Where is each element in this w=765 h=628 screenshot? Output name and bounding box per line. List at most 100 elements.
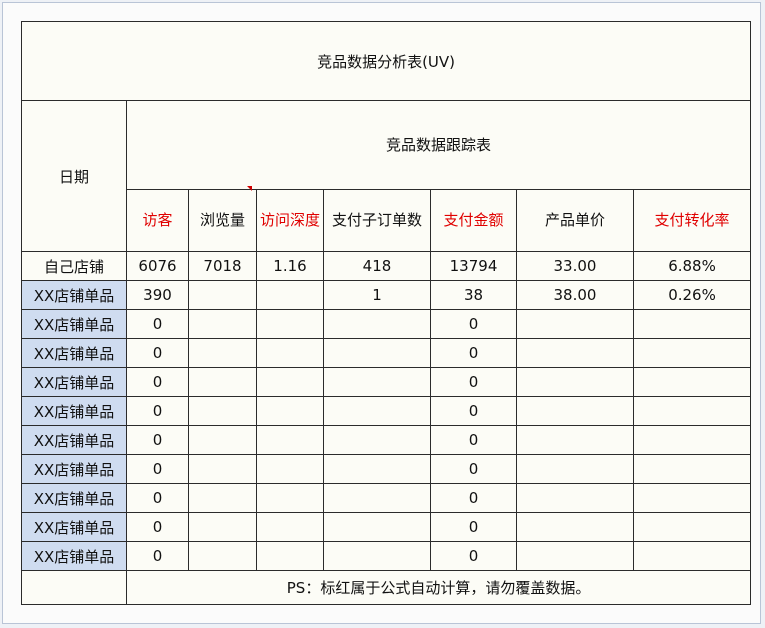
table-cell[interactable]: 6076	[126, 251, 189, 281]
row-label[interactable]: XX店铺单品	[21, 483, 127, 513]
table-cell[interactable]: 0	[126, 483, 189, 513]
table-cell[interactable]: 0	[126, 541, 189, 571]
table-cell[interactable]	[256, 541, 324, 571]
table-cell[interactable]	[516, 338, 634, 368]
row-label[interactable]: XX店铺单品	[21, 541, 127, 571]
table-cell[interactable]	[256, 309, 324, 339]
col-header-pageviews[interactable]: 浏览量	[188, 188, 257, 253]
table-cell[interactable]	[256, 396, 324, 426]
table-cell[interactable]	[188, 338, 257, 368]
table-cell[interactable]	[516, 454, 634, 484]
table-cell[interactable]	[323, 483, 431, 513]
table-cell[interactable]	[632, 309, 752, 339]
table-cell[interactable]: 0	[126, 425, 189, 455]
table-cell[interactable]	[188, 454, 257, 484]
col-header-visit-depth[interactable]: 访问深度	[256, 188, 324, 253]
table-cell[interactable]: 7018	[188, 251, 257, 281]
table-cell[interactable]: 0.26%	[632, 280, 752, 310]
col-header-paid-amount[interactable]: 支付金额	[430, 188, 517, 253]
row-label[interactable]: XX店铺单品	[21, 338, 127, 368]
table-cell[interactable]	[188, 541, 257, 571]
table-cell[interactable]	[323, 541, 431, 571]
table-cell[interactable]	[516, 541, 634, 571]
tracking-table-subtitle[interactable]: 竞品数据跟踪表	[125, 100, 752, 190]
row-label[interactable]: XX店铺单品	[21, 367, 127, 397]
table-cell[interactable]	[188, 367, 257, 397]
table-cell[interactable]: 0	[430, 541, 517, 571]
table-cell[interactable]: 6.88%	[632, 251, 752, 281]
table-cell[interactable]	[256, 280, 324, 310]
table-cell[interactable]	[188, 280, 257, 310]
table-cell[interactable]: 1.16	[256, 251, 324, 281]
table-cell[interactable]	[188, 396, 257, 426]
table-cell[interactable]	[323, 338, 431, 368]
formula-warning-note[interactable]: PS：标红属于公式自动计算，请勿覆盖数据。	[125, 570, 752, 605]
table-cell[interactable]	[516, 483, 634, 513]
table-cell[interactable]: 38	[430, 280, 517, 310]
table-cell[interactable]: 33.00	[516, 251, 634, 281]
col-header-unit-price[interactable]: 产品单价	[516, 188, 634, 253]
table-cell[interactable]	[256, 483, 324, 513]
row-label[interactable]: XX店铺单品	[21, 425, 127, 455]
table-cell[interactable]	[516, 512, 634, 542]
table-cell[interactable]: 418	[323, 251, 431, 281]
table-cell[interactable]: 0	[126, 454, 189, 484]
table-cell[interactable]: 13794	[430, 251, 517, 281]
table-cell[interactable]	[256, 454, 324, 484]
sheet-title[interactable]: 竞品数据分析表(UV)	[20, 21, 752, 101]
table-cell[interactable]	[188, 512, 257, 542]
col-header-paid-suborders[interactable]: 支付子订单数	[323, 188, 431, 253]
table-cell[interactable]	[632, 512, 752, 542]
table-cell[interactable]	[323, 309, 431, 339]
table-cell[interactable]: 0	[430, 338, 517, 368]
col-header-conversion-rate[interactable]: 支付转化率	[632, 188, 752, 253]
table-cell[interactable]	[256, 367, 324, 397]
table-cell[interactable]: 0	[430, 396, 517, 426]
table-cell[interactable]	[516, 309, 634, 339]
table-cell[interactable]	[632, 541, 752, 571]
row-label[interactable]: XX店铺单品	[21, 309, 127, 339]
table-cell[interactable]	[323, 454, 431, 484]
row-label[interactable]: XX店铺单品	[21, 512, 127, 542]
table-cell[interactable]	[632, 483, 752, 513]
table-cell[interactable]	[256, 512, 324, 542]
table-cell[interactable]: 38.00	[516, 280, 634, 310]
table-cell[interactable]: 0	[430, 425, 517, 455]
table-cell[interactable]	[188, 483, 257, 513]
table-cell[interactable]	[188, 309, 257, 339]
row-label[interactable]: XX店铺单品	[21, 454, 127, 484]
table-cell[interactable]	[256, 425, 324, 455]
row-label[interactable]: XX店铺单品	[21, 396, 127, 426]
table-cell[interactable]	[632, 367, 752, 397]
row-label[interactable]: 自己店铺	[21, 251, 127, 281]
table-cell[interactable]: 0	[430, 483, 517, 513]
table-cell[interactable]: 0	[126, 367, 189, 397]
table-cell[interactable]	[516, 425, 634, 455]
table-cell[interactable]: 0	[126, 512, 189, 542]
table-cell[interactable]	[323, 512, 431, 542]
note-blank-cell[interactable]	[21, 570, 127, 605]
table-cell[interactable]	[516, 396, 634, 426]
table-cell[interactable]	[632, 338, 752, 368]
table-cell[interactable]: 0	[126, 309, 189, 339]
table-cell[interactable]	[188, 425, 257, 455]
row-label[interactable]: XX店铺单品	[21, 280, 127, 310]
table-cell[interactable]	[632, 425, 752, 455]
table-cell[interactable]	[516, 367, 634, 397]
table-cell[interactable]: 0	[430, 512, 517, 542]
table-cell[interactable]: 0	[430, 454, 517, 484]
table-cell[interactable]	[632, 454, 752, 484]
table-cell[interactable]: 0	[126, 338, 189, 368]
table-cell[interactable]	[323, 367, 431, 397]
table-cell[interactable]	[632, 396, 752, 426]
table-cell[interactable]: 0	[126, 396, 189, 426]
table-cell[interactable]	[323, 425, 431, 455]
table-cell[interactable]: 0	[430, 367, 517, 397]
col-header-visitors[interactable]: 访客	[126, 188, 189, 253]
table-cell[interactable]: 0	[430, 309, 517, 339]
table-cell[interactable]	[323, 396, 431, 426]
table-cell[interactable]	[256, 338, 324, 368]
date-column-header[interactable]: 日期	[21, 100, 127, 252]
table-cell[interactable]: 390	[126, 280, 189, 310]
table-cell[interactable]: 1	[323, 280, 431, 310]
